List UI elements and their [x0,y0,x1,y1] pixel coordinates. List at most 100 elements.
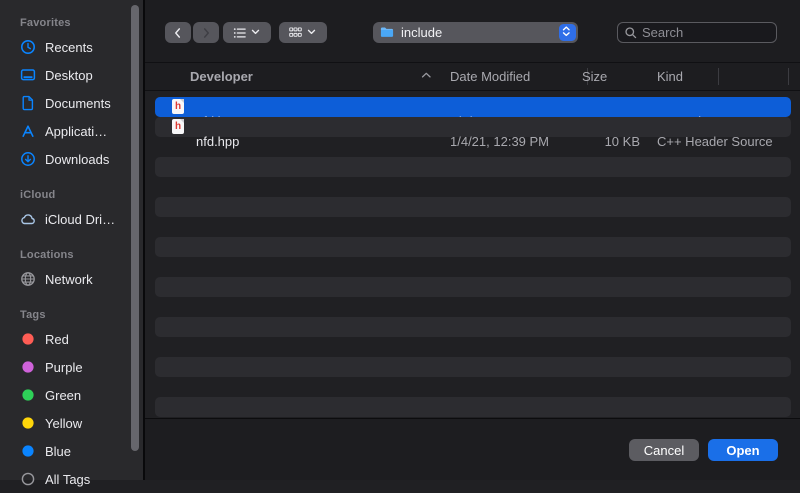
sidebar-item-label: Downloads [45,152,109,167]
sidebar-sections: Favorites Recents Desktop Documents Applicat… [0,0,143,493]
header-file-icon: h [172,99,184,114]
sidebar-item-label: Desktop [45,68,93,83]
sidebar-item-label: Blue [45,444,71,459]
sidebar-section-favorites: Favorites Recents Desktop Documents Applicat… [0,13,143,173]
sidebar-item-label: Green [45,388,81,403]
appstore-icon [20,123,36,139]
empty-row [155,217,791,237]
globe-icon [20,271,36,287]
tag-dot-icon [20,359,36,375]
sidebar-item-label: Applicati… [45,124,107,139]
folder-icon [379,25,395,40]
sidebar-item-recents[interactable]: Recents [0,33,143,61]
clock-icon [20,39,36,55]
sidebar-item-yellow[interactable]: Yellow [0,409,143,437]
column-divider[interactable] [788,68,789,85]
back-button[interactable] [165,22,191,43]
sidebar-item-label: Yellow [45,416,82,431]
sidebar-scrollbar[interactable] [131,5,139,451]
download-circle-icon [20,151,36,167]
sidebar-item-icloud-dri[interactable]: iCloud Dri… [0,205,143,233]
file-open-dialog: Favorites Recents Desktop Documents Applicat… [0,0,800,480]
toolbar: include [145,0,800,62]
popup-stepper [559,24,576,41]
empty-row [155,237,791,257]
sidebar-section-label: Tags [0,305,143,325]
empty-row [155,297,791,317]
cloud-icon [20,211,36,227]
sidebar-item-documents[interactable]: Documents [0,89,143,117]
sidebar-item-downloads[interactable]: Downloads [0,145,143,173]
empty-row [155,197,791,217]
file-icon-letter: h [172,101,184,112]
sidebar: Favorites Recents Desktop Documents Applicat… [0,0,145,480]
sidebar-section-locations: Locations Network [0,245,143,293]
list-view-icon [231,26,248,40]
sidebar-item-purple[interactable]: Purple [0,353,143,381]
empty-row [155,177,791,197]
sidebar-item-label: Network [45,272,93,287]
cancel-button[interactable]: Cancel [629,439,699,461]
sort-ascending-icon [421,70,434,83]
column-divider[interactable] [718,68,719,85]
up-down-chevrons-icon [561,26,574,39]
tag-dot-icon [20,387,36,403]
sidebar-item-label: iCloud Dri… [45,212,115,227]
open-button[interactable]: Open [708,439,778,461]
search-field [617,22,777,43]
list-view-button[interactable] [223,22,271,43]
column-header-size[interactable]: Size [582,63,607,90]
sidebar-item-desktop[interactable]: Desktop [0,61,143,89]
desktop-icon [20,67,36,83]
chevron-left-icon [172,26,184,40]
table-row[interactable]: hnfd.hpp1/4/21, 12:39 PM10 KBC++ Header … [155,117,791,137]
column-header-kind[interactable]: Kind [657,63,683,90]
sidebar-item-network[interactable]: Network [0,265,143,293]
tag-dot-icon [20,331,36,347]
empty-row [155,337,791,357]
all-tags-icon [20,471,36,487]
chevron-down-icon [307,27,319,39]
sidebar-item-label: Documents [45,96,111,111]
empty-row [155,137,791,157]
empty-row [155,377,791,397]
sidebar-item-label: Recents [45,40,93,55]
search-input[interactable] [642,25,770,40]
sidebar-item-applicati[interactable]: Applicati… [0,117,143,145]
table-row[interactable]: hnfd.h1/4/21, 12:39 PM9 KBC Header Sourc… [155,97,791,117]
empty-row [155,257,791,277]
sidebar-section-label: Favorites [0,13,143,33]
grid-view-icon [287,26,304,40]
empty-row [155,317,791,337]
folder-popup-button[interactable]: include [373,22,578,43]
sidebar-item-all-tags[interactable]: All Tags [0,465,143,493]
group-view-button[interactable] [279,22,327,43]
folder-popup-label: include [401,25,442,40]
empty-row [155,397,791,417]
document-icon [20,95,36,111]
file-list: hnfd.h1/4/21, 12:39 PM9 KBC Header Sourc… [145,92,800,418]
header-file-icon: h [172,119,184,134]
sidebar-item-red[interactable]: Red [0,325,143,353]
empty-row [155,357,791,377]
column-header-date-modified[interactable]: Date Modified [450,63,530,90]
tag-dot-icon [20,415,36,431]
chevron-right-icon [200,26,212,40]
sidebar-section-tags: Tags Red Purple Green Yellow Blue All Tags [0,305,143,493]
sidebar-section-label: iCloud [0,185,143,205]
column-header-row: Developer Date Modified Size Kind [145,62,800,91]
sidebar-item-green[interactable]: Green [0,381,143,409]
sidebar-item-blue[interactable]: Blue [0,437,143,465]
empty-row [155,277,791,297]
sidebar-item-label: Purple [45,360,83,375]
sidebar-section-label: Locations [0,245,143,265]
tag-dot-icon [20,443,36,459]
forward-button[interactable] [193,22,219,43]
file-icon-letter: h [172,121,184,132]
chevron-down-icon [251,27,263,39]
column-header-name[interactable]: Developer [190,63,253,90]
empty-row [155,157,791,177]
search-icon [624,26,638,40]
content: include Developer Date Modified Size Kin… [145,0,800,480]
sidebar-item-label: Red [45,332,69,347]
